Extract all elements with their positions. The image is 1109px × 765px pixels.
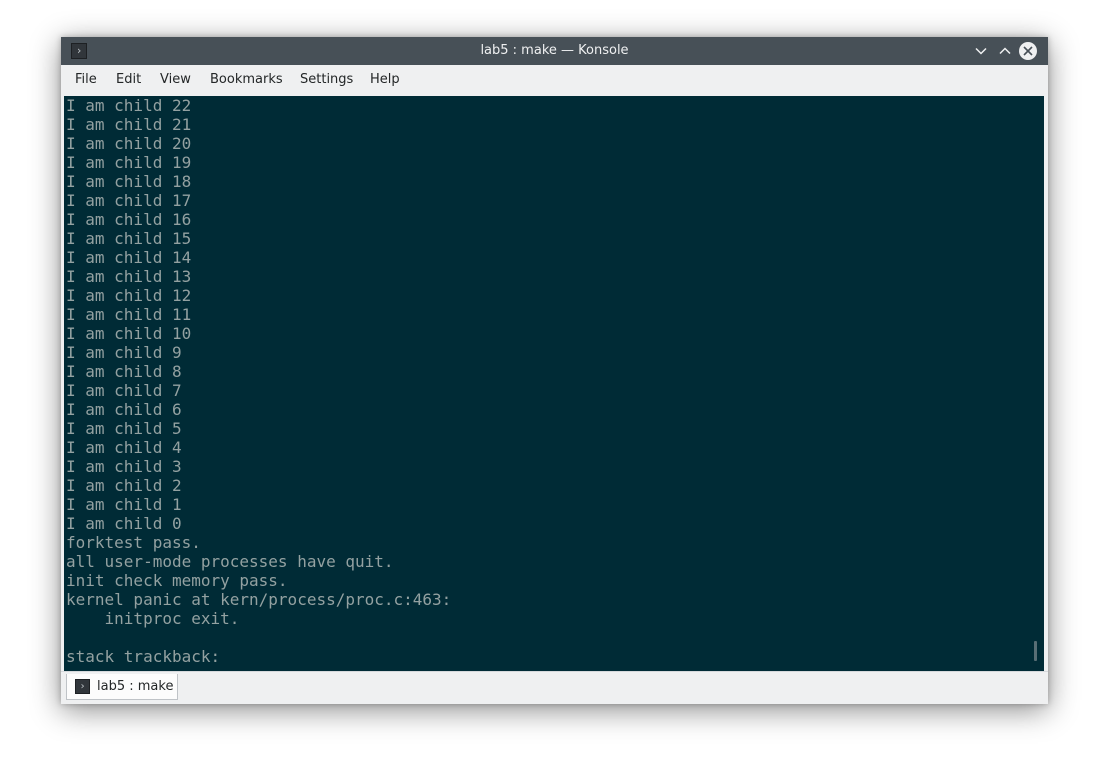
title-bar[interactable]: › lab5 : make — Konsole <box>61 37 1048 65</box>
terminal-line: I am child 3 <box>66 457 182 476</box>
terminal-line: I am child 11 <box>66 305 192 324</box>
tab-label: lab5 : make <box>97 679 174 694</box>
tab-bar: › lab5 : make <box>61 671 1048 704</box>
terminal-line: init check memory pass. <box>66 571 288 590</box>
terminal-line: I am child 8 <box>66 362 182 381</box>
menu-bookmarks[interactable]: Bookmarks <box>210 65 283 95</box>
chevron-up-icon <box>999 47 1011 55</box>
window-title: lab5 : make — Konsole <box>480 43 629 58</box>
terminal-line: initproc exit. <box>66 609 240 628</box>
minimize-button[interactable] <box>971 41 991 61</box>
close-icon <box>1023 46 1033 56</box>
terminal-line: I am child 7 <box>66 381 182 400</box>
terminal-line: I am child 16 <box>66 210 192 229</box>
terminal-line: I am child 18 <box>66 172 192 191</box>
terminal-line: stack trackback: <box>66 647 221 666</box>
terminal-line: I am child 2 <box>66 476 182 495</box>
terminal-line: I am child 19 <box>66 153 192 172</box>
chevron-down-icon <box>975 47 987 55</box>
tab-lab5-make[interactable]: › lab5 : make <box>66 674 178 700</box>
terminal-line: I am child 13 <box>66 267 192 286</box>
menu-view[interactable]: View <box>160 65 191 95</box>
terminal-line: I am child 1 <box>66 495 182 514</box>
terminal-line: I am child 17 <box>66 191 192 210</box>
terminal-line: I am child 14 <box>66 248 192 267</box>
terminal-line: I am child 15 <box>66 229 192 248</box>
konsole-window: › lab5 : make — Konsole File Edit View B… <box>61 37 1048 704</box>
close-button[interactable] <box>1019 42 1037 60</box>
terminal-icon: › <box>75 679 90 694</box>
menu-bar: File Edit View Bookmarks Settings Help <box>61 65 1048 95</box>
terminal-line: I am child 0 <box>66 514 182 533</box>
terminal-output[interactable]: I am child 22 I am child 21 I am child 2… <box>64 96 1044 671</box>
terminal-line: I am child 22 <box>66 96 192 115</box>
terminal-line: I am child 21 <box>66 115 192 134</box>
menu-help[interactable]: Help <box>370 65 400 95</box>
terminal-line: all user-mode processes have quit. <box>66 552 394 571</box>
terminal-line: I am child 10 <box>66 324 192 343</box>
terminal-lines: I am child 22 I am child 21 I am child 2… <box>66 96 451 666</box>
terminal-line: I am child 9 <box>66 343 182 362</box>
scroll-indicator[interactable] <box>1034 641 1037 661</box>
terminal-line: I am child 20 <box>66 134 192 153</box>
terminal-line: forktest pass. <box>66 533 201 552</box>
terminal-line: kernel panic at kern/process/proc.c:463: <box>66 590 452 609</box>
terminal-line: I am child 12 <box>66 286 192 305</box>
maximize-button[interactable] <box>995 41 1015 61</box>
terminal-line: I am child 5 <box>66 419 182 438</box>
terminal-line: I am child 4 <box>66 438 182 457</box>
terminal-line: I am child 6 <box>66 400 182 419</box>
menu-edit[interactable]: Edit <box>116 65 141 95</box>
menu-settings[interactable]: Settings <box>300 65 353 95</box>
menu-file[interactable]: File <box>75 65 97 95</box>
